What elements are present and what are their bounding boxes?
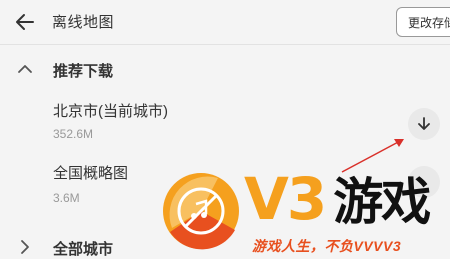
section-label-all-cities: 全部城市 bbox=[53, 241, 114, 258]
section-label-recommended: 推荐下载 bbox=[53, 63, 114, 80]
chevron-up-icon bbox=[17, 61, 33, 77]
city-size-beijing: 352.6M bbox=[53, 127, 94, 141]
download-icon bbox=[418, 117, 430, 130]
arrow-left-icon[interactable] bbox=[14, 11, 36, 33]
offline-map-page: 离线地图 更改存储 推荐下载 北京市(当前城市) 352.6M 全国概略图 3.… bbox=[0, 0, 450, 259]
watermark-slogan: 游戏人生，不负VVVV3 bbox=[252, 238, 402, 254]
chevron-right-icon bbox=[17, 239, 33, 255]
header-bar: 离线地图 更改存储 bbox=[0, 0, 450, 44]
city-name-beijing: 北京市(当前城市) bbox=[53, 103, 168, 120]
header-divider bbox=[0, 44, 450, 45]
watermark-logo-icon bbox=[160, 170, 242, 252]
page-title: 离线地图 bbox=[52, 14, 115, 31]
download-button-beijing[interactable] bbox=[408, 108, 440, 140]
watermark-brand-cn: 游戏 bbox=[333, 173, 431, 231]
city-size-national: 3.6M bbox=[53, 191, 80, 205]
city-name-national: 全国概略图 bbox=[53, 165, 129, 182]
section-recommended[interactable]: 推荐下载 bbox=[0, 50, 450, 90]
watermark-brand: V3 游戏 bbox=[244, 165, 431, 233]
change-storage-button[interactable]: 更改存储 bbox=[396, 7, 450, 37]
watermark-brand-latin: V3 bbox=[244, 165, 327, 233]
